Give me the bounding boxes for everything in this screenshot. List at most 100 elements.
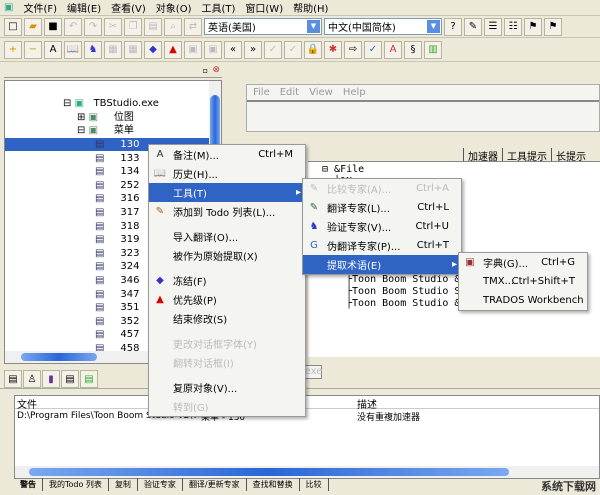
tab-copy[interactable]: 复制 xyxy=(109,478,138,491)
find-icon[interactable]: ⌕ xyxy=(164,17,182,36)
prev-icon[interactable]: ▦ xyxy=(104,40,122,59)
menu-window[interactable]: 窗口(W) xyxy=(245,0,283,15)
header-description[interactable]: 描述 xyxy=(355,396,377,411)
output-list[interactable]: 文件 对象 描述 D:\Program Files\Toon Boom Stud… xyxy=(14,395,600,479)
open-folder-icon[interactable]: ▰ xyxy=(24,17,42,36)
ctx-item[interactable]: 结束修改(S) xyxy=(149,309,305,328)
view-doc-icon[interactable]: ▤ xyxy=(61,370,79,388)
output-horizontal-scrollbar[interactable] xyxy=(15,466,599,478)
next-icon[interactable]: ▦ xyxy=(124,40,142,59)
script-icon[interactable]: § xyxy=(404,40,422,59)
collapse-icon[interactable]: − xyxy=(24,40,42,59)
tools-item[interactable]: ✎ 比较专家(A)... Ctrl+A xyxy=(303,179,461,198)
tree-item[interactable]: ▤ 457 xyxy=(95,328,139,341)
panel-icon[interactable]: ▥ xyxy=(424,40,442,59)
view-resource-icon[interactable]: ▤ xyxy=(4,370,22,388)
new-file-icon[interactable]: □ xyxy=(4,17,22,36)
tools-item[interactable]: ✎ 翻译专家(L)... Ctrl+L xyxy=(303,198,461,217)
validate-icon[interactable]: ♞ xyxy=(84,40,102,59)
next-item-icon[interactable]: » xyxy=(244,40,262,59)
menu-tools[interactable]: 工具(T) xyxy=(201,0,235,15)
list-numbered-icon[interactable]: ☷ xyxy=(504,17,522,36)
ctx-item[interactable]: 翻转对话框(I) xyxy=(149,353,305,372)
tools-item[interactable]: 提取术语(E) ▸ xyxy=(303,255,461,274)
stats2-icon[interactable]: ⚑ xyxy=(544,17,562,36)
ctx-item[interactable]: A 备注(M)... Ctrl+M xyxy=(149,145,305,164)
column-long-tip[interactable]: 长提示 xyxy=(551,148,600,163)
help-pointer-icon[interactable]: ? xyxy=(444,17,462,36)
chevron-down-icon[interactable]: ▼ xyxy=(427,20,440,33)
tree-item[interactable]: ▤ 316 xyxy=(95,192,139,205)
tree-item[interactable]: ▤ 317 xyxy=(95,206,139,219)
source-language-select[interactable]: 英语(美国) ▼ xyxy=(204,18,322,35)
check-icon[interactable]: ✓ xyxy=(284,40,302,59)
stats-icon[interactable]: ⚑ xyxy=(524,17,542,36)
tree-item[interactable]: ▤ 352 xyxy=(95,315,139,328)
tree-item[interactable]: ▤ 134 xyxy=(95,165,139,178)
menu-file[interactable]: 文件(F) xyxy=(23,0,57,15)
close-icon[interactable]: ⊗ xyxy=(212,65,220,75)
paste-icon[interactable]: ▤ xyxy=(144,17,162,36)
ctx-item[interactable]: 工具(T) ▸ xyxy=(149,183,305,202)
save-icon[interactable]: ■ xyxy=(44,17,62,36)
tree-item[interactable]: ▤ 318 xyxy=(95,220,139,233)
redo-icon[interactable]: ↷ xyxy=(84,17,102,36)
tree-item[interactable]: ▤ 324 xyxy=(95,260,139,273)
cut-icon[interactable]: ✂ xyxy=(104,17,122,36)
minimize-icon[interactable]: ▫ xyxy=(203,66,208,75)
tree-item[interactable]: ▤ 319 xyxy=(95,233,139,246)
terms-item[interactable]: ▣ 字典(G)... Ctrl+G xyxy=(459,253,587,272)
export-icon[interactable]: ⇨ xyxy=(344,40,362,59)
chevron-down-icon[interactable]: ▼ xyxy=(307,20,320,33)
tab-todo[interactable]: 我的Todo 列表 xyxy=(43,478,109,491)
ctx-item[interactable]: ◆ 冻结(F) xyxy=(149,271,305,290)
copy-icon[interactable]: ❐ xyxy=(124,17,142,36)
priority-icon[interactable]: ▲ xyxy=(164,40,182,59)
dialog2-icon[interactable]: ▣ xyxy=(204,40,222,59)
tab-find-replace[interactable]: 查找和替换 xyxy=(247,478,300,491)
tree-item[interactable]: ▤ 133 xyxy=(95,152,139,165)
ctx-item[interactable]: 被作为原始提取(X) xyxy=(149,246,305,265)
tree-item[interactable]: ▤ 351 xyxy=(95,301,139,314)
view-doc2-icon[interactable]: ▤ xyxy=(80,370,98,388)
ctx-item[interactable]: 导入翻译(O)... xyxy=(149,227,305,246)
terms-item[interactable]: TRADOS Workbench xyxy=(459,291,587,310)
menu-object[interactable]: 对象(O) xyxy=(156,0,192,15)
ctx-item[interactable]: 转到(G) xyxy=(149,397,305,416)
tree-item[interactable]: ▤ 347 xyxy=(95,288,139,301)
column-accelerator[interactable]: 加速器 xyxy=(463,148,502,163)
column-tooltip[interactable]: 工具提示 xyxy=(502,148,551,163)
tree-item[interactable]: ▤ 346 xyxy=(95,274,139,287)
tree-node-root[interactable]: ⊟ ▣ TBStudio.exe xyxy=(63,97,159,110)
menu-view[interactable]: 查看(V) xyxy=(111,0,146,15)
undo-icon[interactable]: ↶ xyxy=(64,17,82,36)
previous-icon[interactable]: « xyxy=(224,40,242,59)
tab-warnings[interactable]: 警告 xyxy=(14,478,43,491)
tools-item[interactable]: ♞ 验证专家(V)... Ctrl+U xyxy=(303,217,461,236)
freeze-icon[interactable]: ◆ xyxy=(144,40,162,59)
view-user-icon[interactable]: ♙ xyxy=(23,370,41,388)
menu-edit[interactable]: 编辑(E) xyxy=(67,0,101,15)
replace-icon[interactable]: ⇄ xyxy=(184,17,202,36)
tab-translate-update[interactable]: 翻译/更新专家 xyxy=(183,478,247,491)
globe-icon[interactable]: ✱ xyxy=(324,40,342,59)
terms-item[interactable]: TMX... Ctrl+Shift+T xyxy=(459,272,587,291)
history-icon[interactable]: 📖 xyxy=(64,40,82,59)
target-language-select[interactable]: 中文(中国简体) ▼ xyxy=(324,18,442,35)
tree-item[interactable]: ▤ 323 xyxy=(95,247,139,260)
list-icon[interactable]: ☰ xyxy=(484,17,502,36)
todo-icon[interactable]: ✎ xyxy=(464,17,482,36)
tree-node-menu[interactable]: ⊟ ▣ 菜单 xyxy=(77,124,134,137)
ctx-item[interactable]: 更改对话框字体(Y) xyxy=(149,334,305,353)
ctx-item[interactable]: 📖 历史(H)... xyxy=(149,164,305,183)
font-icon[interactable]: A xyxy=(384,40,402,59)
tab-validate[interactable]: 验证专家 xyxy=(138,478,183,491)
output-row[interactable]: D:\Program Files\Toon Boom Studio V2\TBS… xyxy=(15,409,599,423)
tools-item[interactable]: G 伪翻译专家(P)... Ctrl+T xyxy=(303,236,461,255)
view-chart-icon[interactable]: ▮ xyxy=(42,370,60,388)
tree-item[interactable]: ▤ 252 xyxy=(95,179,139,192)
lock-icon[interactable]: 🔒 xyxy=(304,40,322,59)
comment-icon[interactable]: A xyxy=(44,40,62,59)
ctx-item[interactable]: ▲ 优先级(P) xyxy=(149,290,305,309)
globe-check-icon[interactable]: ✓ xyxy=(364,40,382,59)
